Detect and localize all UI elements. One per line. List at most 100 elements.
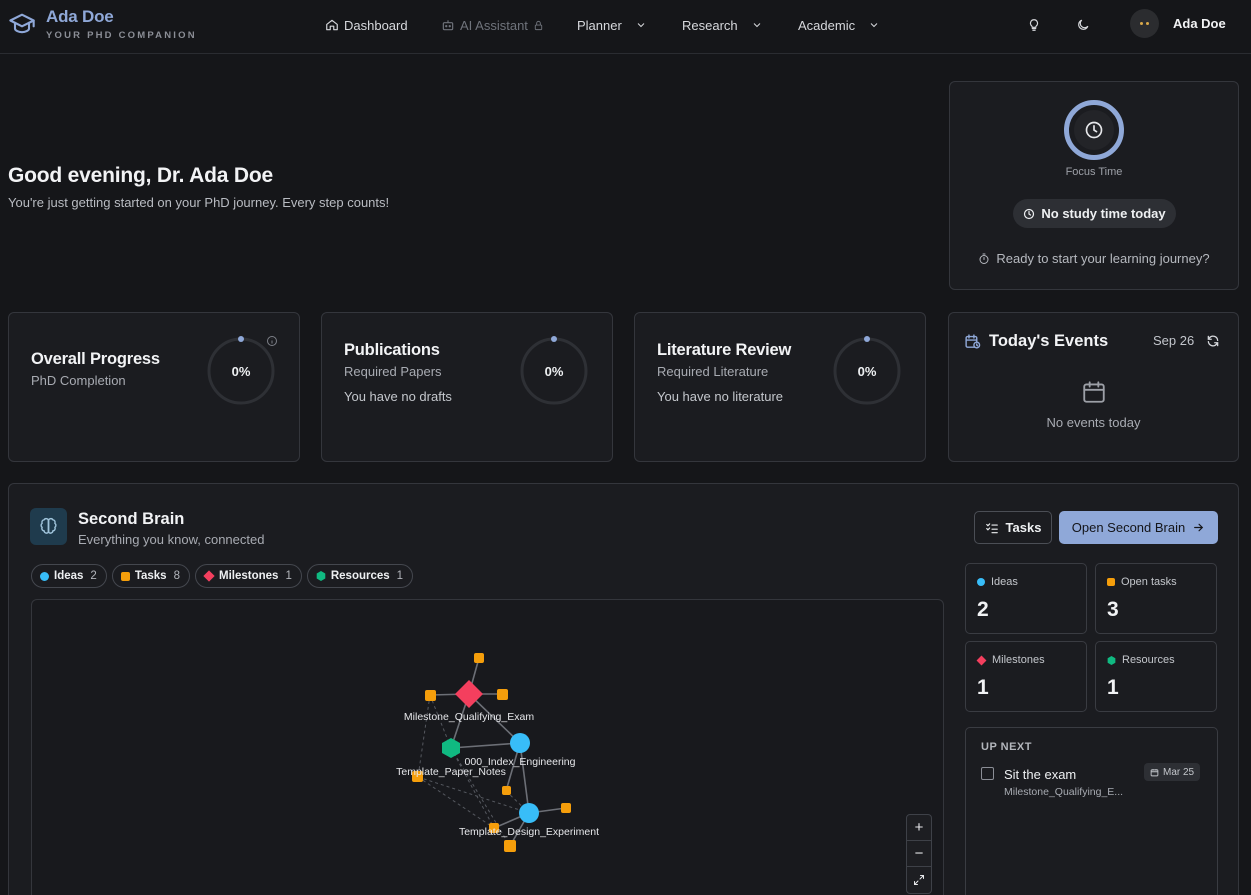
graph-node-task[interactable] <box>561 803 571 813</box>
home-icon <box>326 19 338 31</box>
brand-name: Ada Doe <box>46 7 114 26</box>
chip-label: Resources <box>330 570 390 582</box>
greeting-title: Good evening, Dr. Ada Doe <box>8 164 273 187</box>
stat-title: Literature Review <box>657 341 792 359</box>
idea-dot-icon <box>977 578 985 586</box>
knowledge-graph[interactable]: Milestone_Qualifying_Exam 000_Index_Engi… <box>31 599 944 895</box>
zoom-out-button[interactable]: − <box>907 841 931 867</box>
second-brain-panel: Second Brain Everything you know, connec… <box>8 483 1239 895</box>
tips-button[interactable] <box>1023 14 1045 36</box>
arrow-right-icon <box>1194 523 1204 532</box>
tasks-button[interactable]: Tasks <box>974 511 1052 544</box>
filter-chip-milestones[interactable]: Milestones 1 <box>195 564 302 588</box>
chip-label: Tasks <box>134 570 167 582</box>
graph-label-paper-notes: Template_Paper_Notes <box>396 766 506 778</box>
graph-node-task[interactable] <box>497 689 508 700</box>
resource-hexagon-icon <box>1107 655 1116 665</box>
fit-view-button[interactable] <box>907 867 931 893</box>
events-title: Today's Events <box>989 332 1109 350</box>
up-next-task[interactable]: Sit the exam <box>1004 767 1076 782</box>
study-status-badge: No study time today <box>1013 199 1176 228</box>
refresh-icon[interactable] <box>1206 334 1220 348</box>
info-icon[interactable] <box>266 335 278 347</box>
chip-label: Ideas <box>54 570 84 582</box>
summary-value: 3 <box>1107 598 1119 621</box>
task-square-icon <box>120 571 130 581</box>
graph-label-milestone: Milestone_Qualifying_Exam <box>404 711 534 723</box>
summary-open-tasks-card[interactable]: Open tasks 3 <box>1095 563 1217 634</box>
nav-academic[interactable]: Academic <box>798 14 880 36</box>
summary-value: 2 <box>977 598 989 621</box>
stat-title: Overall Progress <box>31 350 160 368</box>
due-date-text: Mar 25 <box>1163 766 1195 778</box>
stat-subtitle: Required Papers <box>344 364 442 379</box>
focus-time-label: Focus Time <box>1065 166 1123 178</box>
chevron-down-icon <box>637 23 645 28</box>
resource-hexagon-icon <box>316 571 326 581</box>
graph-node-task[interactable] <box>425 690 436 701</box>
up-next-title: UP NEXT <box>981 741 1032 753</box>
publications-card: Publications Required Papers You have no… <box>321 312 613 462</box>
filter-chip-ideas[interactable]: Ideas 2 <box>31 564 107 588</box>
graph-node-idea[interactable] <box>510 733 530 753</box>
nav-planner-label: Planner <box>577 17 622 33</box>
graph-canvas[interactable]: Milestone_Qualifying_Exam 000_Index_Engi… <box>32 600 944 895</box>
graph-node-task[interactable] <box>504 840 516 852</box>
nav-ai-assistant[interactable]: AI Assistant <box>441 14 544 36</box>
study-status-text: No study time today <box>1041 206 1166 221</box>
focus-prompt-text: Ready to start your learning journey? <box>996 251 1210 266</box>
open-second-brain-label: Open Second Brain <box>1071 520 1186 535</box>
user-name: Ada Doe <box>1173 16 1226 31</box>
user-menu[interactable]: Ada Doe <box>1130 9 1226 38</box>
chip-label: Milestones <box>219 570 279 582</box>
filter-chip-resources[interactable]: Resources 1 <box>306 564 414 588</box>
timer-icon <box>979 253 989 264</box>
chip-count: 2 <box>90 570 97 582</box>
chevron-down-icon <box>753 23 760 28</box>
progress-value: 0% <box>544 364 564 379</box>
overall-progress-card: Overall Progress PhD Completion 0% <box>8 312 300 462</box>
lock-icon <box>534 20 543 30</box>
zoom-in-button[interactable]: + <box>907 815 931 841</box>
moon-icon <box>1078 19 1089 30</box>
summary-resources-card[interactable]: Resources 1 <box>1095 641 1217 712</box>
graph-node-resource[interactable] <box>442 738 460 758</box>
avatar <box>1130 9 1159 38</box>
open-second-brain-button[interactable]: Open Second Brain <box>1059 511 1218 544</box>
brand[interactable]: Ada Doe YOUR PHD COMPANION <box>8 7 197 41</box>
graph-node-idea[interactable] <box>519 803 539 823</box>
stat-subtitle: PhD Completion <box>31 373 126 388</box>
theme-toggle-button[interactable] <box>1072 14 1094 36</box>
milestone-diamond-icon <box>976 655 987 665</box>
chip-count: 1 <box>285 570 292 582</box>
nav-research[interactable]: Research <box>682 14 763 36</box>
chevron-down-icon <box>870 23 878 28</box>
summary-label: Open tasks <box>1121 576 1177 588</box>
graduation-cap-icon <box>9 13 35 34</box>
up-next-panel: UP NEXT Sit the exam Milestone_Qualifyin… <box>965 727 1218 895</box>
summary-ideas-card[interactable]: Ideas 2 <box>965 563 1087 634</box>
graph-node-task[interactable] <box>502 786 511 795</box>
brain-subtitle: Everything you know, connected <box>78 532 265 547</box>
brand-tagline: YOUR PHD COMPANION <box>46 30 197 41</box>
greeting-subtitle: You're just getting started on your PhD … <box>8 195 390 210</box>
calendar-icon <box>1083 381 1105 403</box>
summary-label: Ideas <box>991 576 1018 588</box>
events-date: Sep 26 <box>1153 333 1195 348</box>
summary-milestones-card[interactable]: Milestones 1 <box>965 641 1087 712</box>
graph-node-task[interactable] <box>474 653 484 663</box>
task-checkbox[interactable] <box>981 767 994 780</box>
chip-count: 1 <box>396 570 404 582</box>
calendar-clock-icon <box>965 334 981 349</box>
stat-subtitle: Required Literature <box>657 364 769 379</box>
nav-dashboard[interactable]: Dashboard <box>325 14 408 36</box>
nav-dashboard-label: Dashboard <box>344 17 408 33</box>
filter-chip-tasks[interactable]: Tasks 8 <box>111 564 190 588</box>
focus-ring[interactable] <box>1064 100 1124 160</box>
nav-planner[interactable]: Planner <box>577 14 647 36</box>
task-square-icon <box>1107 578 1115 586</box>
nav-ai-assistant-label: AI Assistant <box>460 17 528 33</box>
nav-research-label: Research <box>682 17 738 33</box>
bot-icon <box>442 20 454 31</box>
summary-label: Milestones <box>992 654 1045 666</box>
